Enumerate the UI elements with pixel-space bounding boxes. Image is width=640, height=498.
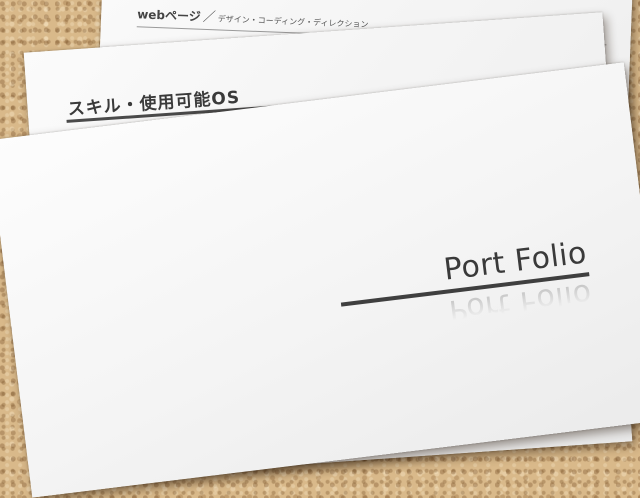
front-sheet: Port Folio Port Folio bbox=[0, 62, 640, 498]
portfolio-title-block: Port Folio Port Folio bbox=[336, 235, 594, 340]
back-sheet-separator: ／ bbox=[202, 9, 217, 26]
back-sheet-title: webページ bbox=[136, 7, 202, 24]
back-sheet-subtitle: デザイン・コーディング・ディレクション bbox=[217, 14, 369, 30]
cork-board: { "back_sheet": { "title": "webページ", "se… bbox=[0, 0, 640, 498]
